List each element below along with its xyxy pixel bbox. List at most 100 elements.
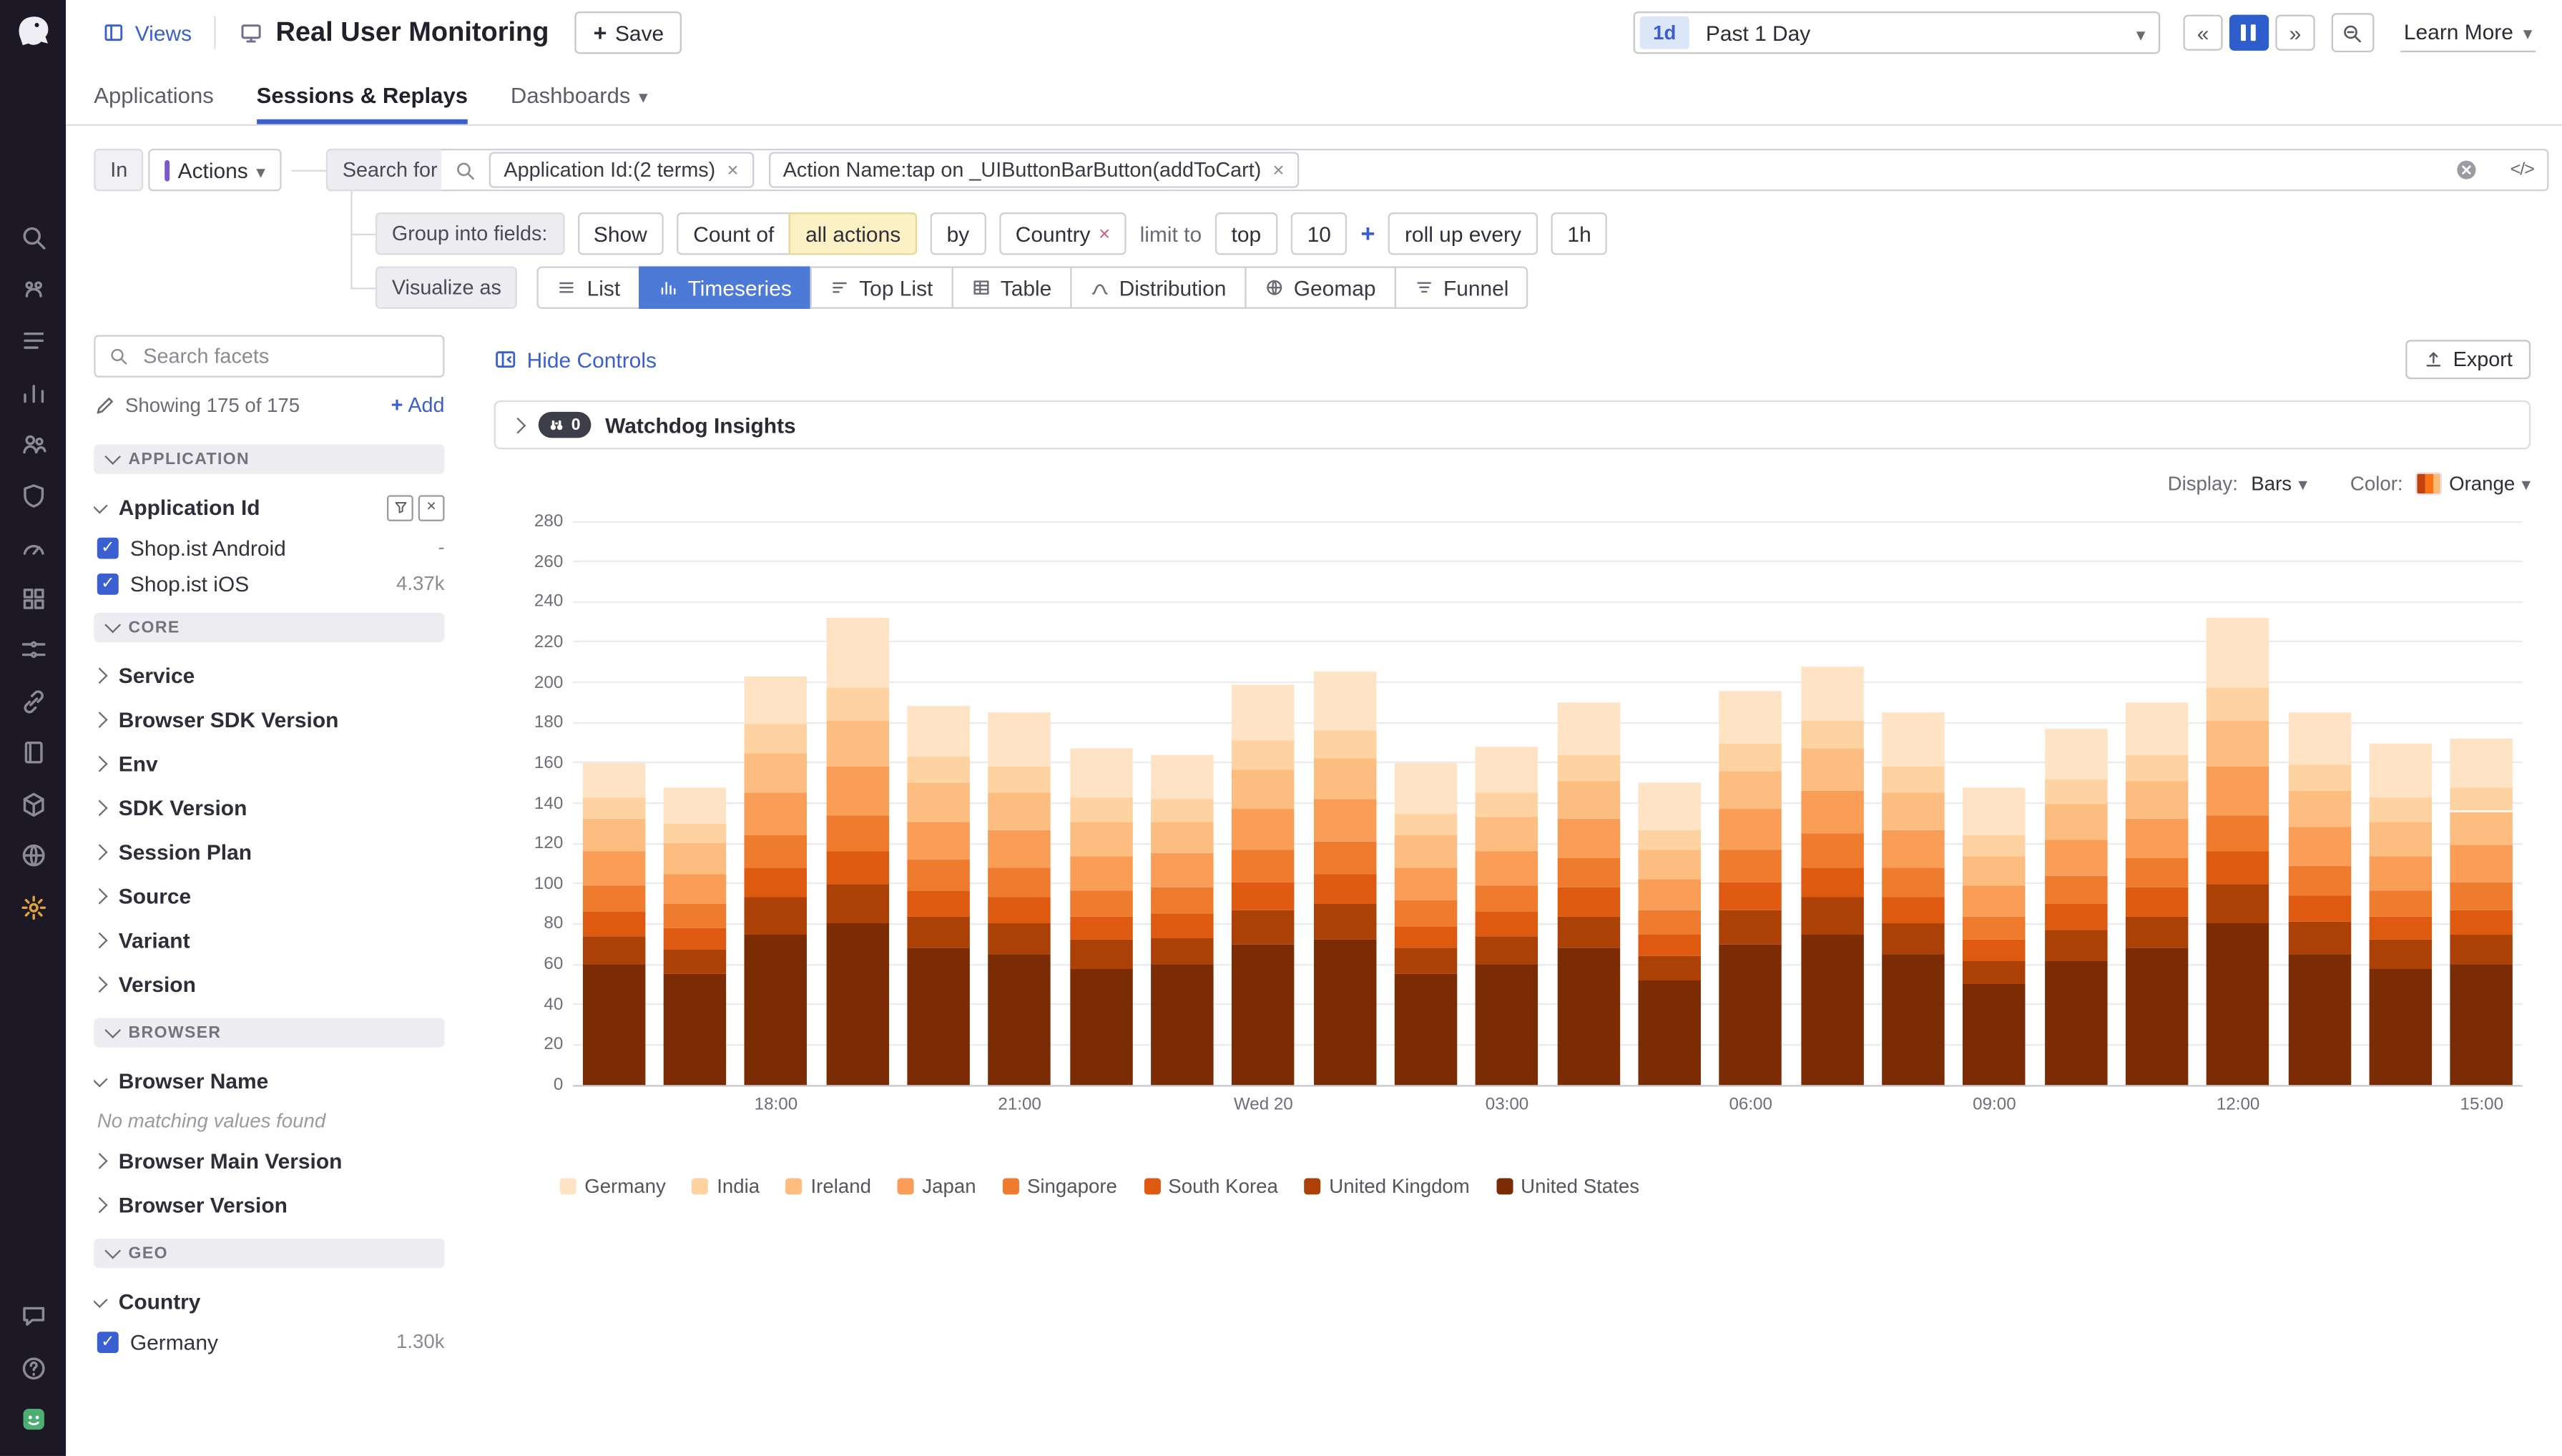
bar-segment-ireland[interactable]	[2125, 781, 2188, 819]
bar-segment-ireland[interactable]	[1963, 855, 2026, 885]
facet-clear-button[interactable]: ×	[418, 494, 445, 521]
nav-infrastructure-icon[interactable]	[20, 585, 48, 613]
nav-pipelines-icon[interactable]	[20, 636, 48, 664]
nav-watchdog-icon[interactable]	[20, 276, 48, 304]
checkbox-checked[interactable]: ✓	[97, 573, 119, 594]
bar-segment-india[interactable]	[1069, 797, 1132, 822]
bar-segment-japan[interactable]	[1719, 810, 1782, 850]
bar-segment-united-kingdom[interactable]	[1394, 948, 1457, 975]
facet-filter-button[interactable]	[387, 494, 413, 521]
bar-segment-singapore[interactable]	[2207, 815, 2269, 852]
facet-country[interactable]: Country	[94, 1279, 444, 1324]
learn-more-button[interactable]: Learn More	[2400, 13, 2536, 52]
add-group-by-button[interactable]: +	[1360, 220, 1375, 247]
bar-segment-singapore[interactable]	[1151, 887, 1214, 914]
group-by-pill[interactable]: Country ×	[999, 212, 1127, 255]
bar-segment-ireland[interactable]	[825, 721, 888, 767]
bar-segment-ireland[interactable]	[2207, 721, 2269, 767]
bar-segment-united-kingdom[interactable]	[907, 916, 970, 948]
bar-segment-india[interactable]	[582, 797, 645, 820]
bar-segment-india[interactable]	[2207, 689, 2269, 721]
nav-metrics-icon[interactable]	[20, 379, 48, 407]
bar-segment-india[interactable]	[2450, 787, 2513, 811]
limit-mode-selector[interactable]: top	[1215, 212, 1278, 255]
bar-segment-india[interactable]	[2288, 765, 2351, 792]
bar-segment-south-korea[interactable]	[1557, 887, 1620, 916]
bar-segment-india[interactable]	[2044, 779, 2107, 803]
bar-segment-singapore[interactable]	[1800, 833, 1863, 867]
bar-segment-singapore[interactable]	[825, 815, 888, 852]
bar-segment-united-states[interactable]	[1638, 980, 1701, 1085]
bar-segment-united-kingdom[interactable]	[1232, 910, 1295, 944]
legend-item[interactable]: Ireland	[786, 1175, 871, 1198]
bar-segment-united-states[interactable]	[1069, 968, 1132, 1085]
bar-segment-ireland[interactable]	[663, 843, 726, 873]
bar-segment-united-states[interactable]	[1151, 964, 1214, 1085]
rollup-value-selector[interactable]: 1h	[1551, 212, 1607, 255]
bar-segment-ireland[interactable]	[1232, 769, 1295, 809]
bar-segment-united-kingdom[interactable]	[1313, 904, 1376, 940]
viz-top-list-button[interactable]: Top List	[810, 266, 953, 308]
facet-section-header[interactable]: APPLICATION	[94, 445, 444, 474]
facet-browser-name[interactable]: Browser Name	[94, 1059, 444, 1103]
bar-segment-united-states[interactable]	[2207, 924, 2269, 1085]
bar-segment-united-kingdom[interactable]	[582, 936, 645, 965]
bar-segment-south-korea[interactable]	[1719, 882, 1782, 910]
bar-segment-india[interactable]	[1557, 754, 1620, 781]
bar-segment-germany[interactable]	[1963, 787, 2026, 835]
edit-facets-icon[interactable]	[94, 395, 115, 416]
bar-segment-ireland[interactable]	[907, 783, 970, 821]
bar-segment-south-korea[interactable]	[1394, 926, 1457, 948]
bar-segment-united-kingdom[interactable]	[988, 924, 1051, 954]
bar-segment-germany[interactable]	[1800, 666, 1863, 721]
bar-segment-india[interactable]	[2125, 754, 2188, 781]
bar-segment-germany[interactable]	[2044, 729, 2107, 779]
bar-segment-japan[interactable]	[1151, 853, 1214, 887]
bar-segment-singapore[interactable]	[1557, 857, 1620, 887]
bar-segment-united-kingdom[interactable]	[1476, 936, 1538, 965]
bar-segment-germany[interactable]	[825, 618, 888, 688]
legend-item[interactable]: Japan	[898, 1175, 976, 1198]
bar-segment-united-kingdom[interactable]	[2125, 916, 2188, 948]
bar-segment-germany[interactable]	[1069, 749, 1132, 797]
bar-segment-germany[interactable]	[2125, 702, 2188, 754]
bar-segment-germany[interactable]	[1313, 672, 1376, 731]
tab-applications[interactable]: Applications	[94, 65, 214, 124]
nav-containers-icon[interactable]	[20, 791, 48, 819]
bar-segment-germany[interactable]	[1232, 684, 1295, 741]
facet-variant[interactable]: Variant	[94, 918, 444, 963]
bar-segment-india[interactable]	[907, 757, 970, 783]
nav-notebooks-icon[interactable]	[20, 739, 48, 767]
bar-segment-india[interactable]	[1800, 720, 1863, 749]
bar-segment-united-states[interactable]	[1963, 984, 2026, 1085]
bar-segment-united-states[interactable]	[745, 934, 808, 1085]
bar-segment-japan[interactable]	[1232, 810, 1295, 850]
bar-segment-united-kingdom[interactable]	[2207, 884, 2269, 924]
color-selector[interactable]: Orange	[2416, 472, 2531, 495]
bar-segment-japan[interactable]	[1394, 867, 1457, 900]
bar-segment-united-states[interactable]	[2450, 964, 2513, 1085]
nav-chat-icon[interactable]	[20, 1302, 48, 1330]
nav-integrations-icon[interactable]	[20, 688, 48, 716]
bar-segment-japan[interactable]	[582, 852, 645, 886]
nav-serverless-icon[interactable]	[20, 842, 48, 870]
bar-segment-japan[interactable]	[2207, 767, 2269, 815]
bar-segment-ireland[interactable]	[582, 820, 645, 852]
bar-segment-singapore[interactable]	[988, 867, 1051, 897]
facet-search-input[interactable]	[140, 343, 430, 370]
bar-segment-ireland[interactable]	[1394, 835, 1457, 867]
viz-geomap-button[interactable]: Geomap	[1245, 266, 1395, 308]
bar-segment-singapore[interactable]	[2369, 890, 2432, 916]
bar-segment-united-kingdom[interactable]	[1882, 924, 1945, 954]
nav-logs-icon[interactable]	[20, 327, 48, 355]
bar-segment-united-states[interactable]	[2044, 960, 2107, 1086]
bar-segment-south-korea[interactable]	[2207, 852, 2269, 884]
display-selector[interactable]: Bars	[2251, 472, 2307, 495]
bar-segment-germany[interactable]	[1557, 702, 1620, 754]
bar-segment-south-korea[interactable]	[825, 852, 888, 884]
facet-service[interactable]: Service	[94, 654, 444, 698]
bar-segment-japan[interactable]	[663, 874, 726, 904]
bar-segment-south-korea[interactable]	[1069, 916, 1132, 940]
bar-segment-singapore[interactable]	[663, 904, 726, 928]
bar-segment-united-states[interactable]	[2288, 954, 2351, 1085]
